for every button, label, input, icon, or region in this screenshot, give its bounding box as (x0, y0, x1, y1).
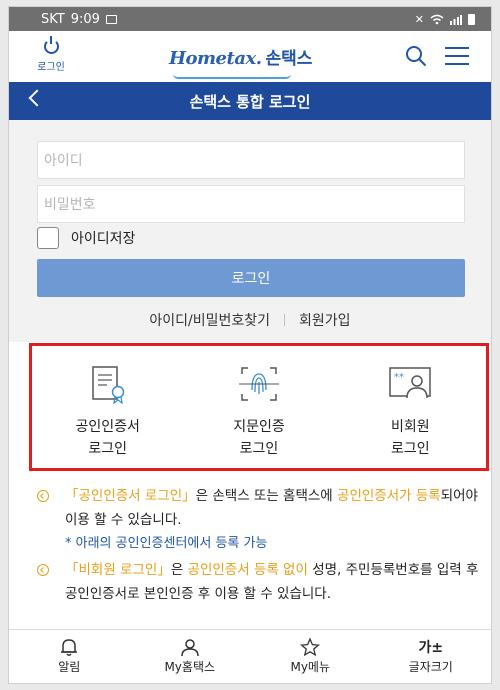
bell-icon (61, 639, 78, 656)
guest-login-option[interactable]: ** 비회원 로그인 (335, 346, 486, 468)
carrier: SKT (41, 11, 65, 27)
person-icon (181, 639, 199, 657)
font-size-icon: 가± (418, 640, 444, 656)
header-login-button[interactable]: 로그인 (31, 36, 71, 73)
id-input[interactable]: 아이디 (37, 141, 465, 179)
fingerprint-login-label: 지문인증 로그인 (233, 419, 285, 457)
star-icon (300, 637, 321, 657)
time: 9:09 (70, 11, 100, 27)
header-login-label: 로그인 (37, 62, 65, 73)
logo-son-text: 손택스 (265, 49, 313, 69)
svg-text:**: ** (394, 372, 404, 383)
tab-my-menu[interactable]: My메뉴 (250, 630, 371, 683)
note-certificate-sub: * 아래의 공인인증센터에서 등록 가능 (65, 536, 268, 551)
login-button[interactable]: 로그인 (37, 259, 465, 297)
save-id-label: 아이디저장 (71, 231, 136, 247)
status-bar: SKT 9:09 ✕ (9, 7, 491, 31)
save-id-checkbox[interactable] (37, 227, 59, 249)
tab-font-size-label: 글자크기 (408, 660, 453, 674)
signup-link[interactable]: 회원가입 (299, 310, 351, 330)
hamburger-menu-icon[interactable] (445, 47, 469, 65)
fingerprint-login-option[interactable]: 지문인증 로그인 (183, 346, 334, 468)
save-id-row[interactable]: 아이디저장 (37, 227, 135, 249)
fingerprint-icon (238, 367, 279, 401)
search-icon[interactable] (405, 45, 427, 67)
login-notes: 「공인인증서 로그인」은 손택스 또는 홈택스에 공인인증서가 등록되어야 이용… (33, 484, 483, 606)
signal-icon (450, 14, 462, 25)
tab-alerts-label: 알림 (58, 660, 81, 674)
app-window: SKT 9:09 ✕ 로그인 Hometax. 손택스 손택스 통합 로그인 아… (8, 6, 492, 684)
link-divider (284, 314, 286, 326)
logo-swoosh (173, 74, 291, 79)
tab-font-size[interactable]: 가± 글자크기 (371, 630, 492, 683)
page-title: 손택스 통합 로그인 (189, 92, 311, 111)
battery-icon (468, 13, 475, 25)
account-links: 아이디/비밀번호찾기 회원가입 (9, 310, 491, 330)
certificate-login-label: 공인인증서 로그인 (75, 419, 140, 457)
certificate-login-option[interactable]: 공인인증서 로그인 (32, 346, 183, 468)
power-icon (43, 36, 59, 54)
title-bar: 손택스 통합 로그인 (9, 82, 491, 120)
logo-hometax-text: Hometax. (169, 48, 262, 69)
tab-alerts[interactable]: 알림 (9, 630, 130, 683)
tab-my-hometax[interactable]: My홈택스 (130, 630, 251, 683)
app-header: 로그인 Hometax. 손택스 (9, 31, 491, 82)
find-id-password-link[interactable]: 아이디/비밀번호찾기 (149, 310, 270, 330)
arrow-circle-icon (37, 490, 49, 502)
mute-icon: ✕ (414, 12, 424, 26)
note-certificate: 「공인인증서 로그인」은 손택스 또는 홈택스에 공인인증서가 등록되어야 이용… (33, 484, 483, 556)
guest-user-icon: ** (389, 367, 432, 399)
back-arrow-icon[interactable] (28, 89, 46, 107)
image-icon (105, 14, 117, 24)
bottom-navigation: 알림 My홈택스 My메뉴 가± 글자크기 (9, 629, 492, 683)
note-guest: 「비회원 로그인」은 공인인증서 등록 없이 성명, 주민등록번호를 입력 후 … (33, 558, 483, 606)
guest-login-label: 비회원 로그인 (391, 419, 430, 457)
hometax-logo[interactable]: Hometax. 손택스 (169, 44, 312, 69)
login-options-box: 공인인증서 로그인 지문인증 로그인 ** 비회원 로그인 (29, 343, 489, 471)
wifi-icon (430, 14, 444, 24)
password-input[interactable]: 비밀번호 (37, 185, 465, 223)
arrow-circle-icon (37, 564, 49, 576)
tab-my-hometax-label: My홈택스 (164, 660, 216, 674)
tab-my-menu-label: My메뉴 (290, 660, 331, 674)
certificate-icon (91, 366, 124, 404)
login-form: 아이디 비밀번호 아이디저장 로그인 아이디/비밀번호찾기 회원가입 (9, 120, 491, 342)
